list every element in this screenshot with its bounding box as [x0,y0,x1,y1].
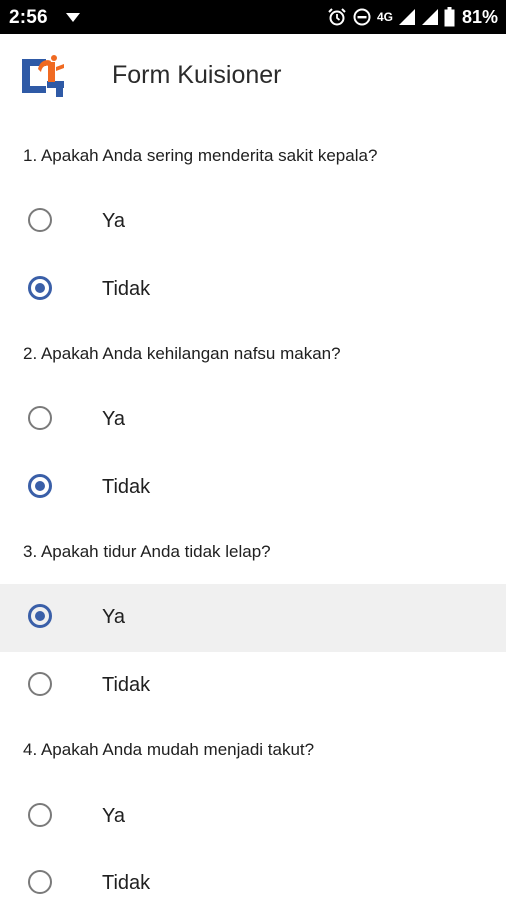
question-4-option-ya[interactable]: Ya [0,783,506,851]
option-label: Ya [102,210,125,232]
question-3-option-ya[interactable]: Ya [0,584,506,652]
question-3-option-tidak[interactable]: Tidak [0,652,506,720]
option-label: Tidak [102,872,151,894]
option-label: Ya [102,408,125,430]
option-label: Ya [102,805,125,827]
network-type: 4G [376,10,393,24]
battery-icon [444,7,455,27]
question-2-option-ya[interactable]: Ya [0,386,506,454]
dropdown-icon [66,13,80,22]
status-time: 2:56 [9,7,48,28]
question-1-option-ya[interactable]: Ya [0,188,506,256]
radio-button-selected[interactable] [28,604,52,628]
question-1-option-tidak[interactable]: Tidak [0,256,506,324]
option-label: Tidak [102,476,151,498]
question-2-option-tidak[interactable]: Tidak [0,454,506,522]
question-3-text: 3. Apakah tidur Anda tidak lelap? [23,542,271,561]
signal-icon [421,8,439,26]
status-bar: 2:56 4G 81% [0,0,506,34]
question-1-text: 1. Apakah Anda sering menderita sakit ke… [23,146,378,165]
question-4-text: 4. Apakah Anda mudah menjadi takut? [23,740,315,759]
option-label: Tidak [102,278,151,300]
signal-icon [398,8,416,26]
status-icons: 4G 81% [327,6,498,28]
question-4-option-tidak[interactable]: Tidak [0,850,506,900]
radio-button[interactable] [28,870,52,894]
radio-button[interactable] [28,208,52,232]
question-2-text: 2. Apakah Anda kehilangan nafsu makan? [23,344,341,363]
do-not-disturb-icon [352,7,372,27]
app-logo [20,55,70,97]
page-title: Form Kuisioner [112,61,282,89]
option-label: Tidak [102,674,151,696]
radio-button-selected[interactable] [28,474,52,498]
radio-button[interactable] [28,406,52,430]
alarm-icon [327,7,347,27]
option-label: Ya [102,606,125,628]
app-bar: Form Kuisioner [0,34,506,116]
radio-button[interactable] [28,672,52,696]
radio-button[interactable] [28,803,52,827]
radio-button-selected[interactable] [28,276,52,300]
battery-percent: 81% [461,6,498,27]
